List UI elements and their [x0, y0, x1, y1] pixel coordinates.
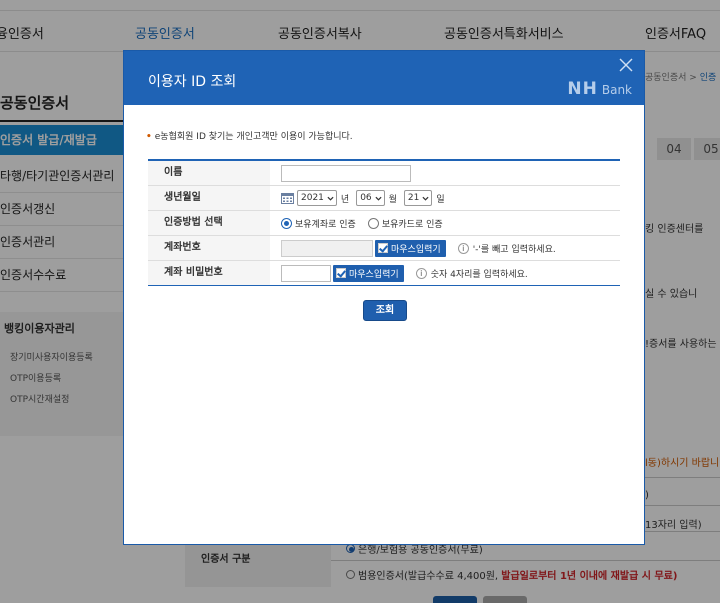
- mouse-keyboard-label: 마우스입력기: [349, 269, 399, 280]
- birth-year-select[interactable]: 2021: [297, 190, 337, 206]
- info-icon: i: [457, 242, 469, 254]
- year-unit: 년: [340, 194, 350, 205]
- birth-month-select[interactable]: 06: [356, 190, 385, 206]
- account-hint: '-'를 빼고 입력하세요.: [472, 244, 556, 255]
- name-label: 이름: [148, 161, 270, 185]
- form-row-birthdate: 생년월일 2021 년 06 월 21 일: [148, 186, 620, 211]
- calendar-icon[interactable]: [281, 192, 294, 204]
- modal-title: 이용자 ID 조회: [148, 74, 237, 90]
- mouse-keyboard-label: 마우스입력기: [391, 244, 441, 255]
- day-unit: 일: [436, 194, 445, 205]
- chevron-down-icon: [422, 196, 429, 201]
- auth-card-radio[interactable]: [367, 217, 379, 229]
- nh-logo-text: NH: [567, 79, 598, 99]
- chevron-down-icon: [327, 196, 334, 201]
- mouse-keyboard-button[interactable]: 마우스입력기: [333, 264, 404, 282]
- checkbox-icon: [336, 268, 346, 278]
- account-password-input[interactable]: [281, 264, 331, 282]
- form-row-account-number: 계좌번호 마우스입력기 i '-'를 빼고 입력하세요.: [148, 236, 620, 261]
- nh-bank-logo: NH Bank: [567, 79, 632, 99]
- form-row-account-password: 계좌 비밀번호 마우스입력기 i 숫자 4자리를 입력하세요.: [148, 261, 620, 286]
- close-icon[interactable]: [618, 57, 634, 73]
- lookup-submit-button[interactable]: 조회: [363, 300, 407, 321]
- lookup-form: 이름 생년월일 2021 년 06 월 21 일 인증방법 선택 보유계좌로 인…: [148, 159, 620, 286]
- birth-month-value: 06: [360, 193, 372, 203]
- checkbox-icon: [378, 243, 388, 253]
- bullet-icon: •: [146, 132, 152, 142]
- notice-text: • e농협회원 ID 찾기는 개인고객만 이용이 가능합니다.: [146, 129, 353, 142]
- birth-year-value: 2021: [301, 193, 324, 203]
- auth-account-radio[interactable]: [281, 217, 292, 229]
- auth-card-label[interactable]: 보유카드로 인증: [382, 217, 443, 230]
- account-password-label: 계좌 비밀번호: [148, 261, 270, 285]
- birth-day-select[interactable]: 21: [403, 190, 433, 206]
- chevron-down-icon: [375, 196, 382, 201]
- birthdate-label: 생년월일: [148, 186, 270, 210]
- modal-header: 이용자 ID 조회 NH Bank: [124, 51, 644, 105]
- auth-account-label[interactable]: 보유계좌로 인증: [295, 217, 356, 230]
- form-row-auth-method: 인증방법 선택 보유계좌로 인증 보유카드로 인증: [148, 211, 620, 236]
- month-unit: 월: [388, 194, 397, 205]
- mouse-keyboard-button[interactable]: 마우스입력기: [375, 239, 446, 257]
- birth-day-value: 21: [407, 193, 420, 203]
- page: 융인증서 공동인증서 공동인증서복사 공동인증서특화서비스 인증서FAQ 공동인…: [0, 0, 720, 603]
- bank-logo-text: Bank: [601, 83, 632, 97]
- account-number-label: 계좌번호: [148, 236, 270, 260]
- auth-method-label: 인증방법 선택: [148, 211, 270, 235]
- user-id-lookup-dialog: 이용자 ID 조회 NH Bank • e농협회원 ID 찾기는 개인고객만 이용이…: [123, 50, 645, 545]
- info-icon: i: [415, 267, 427, 279]
- account-number-input[interactable]: [281, 239, 373, 257]
- name-input[interactable]: [281, 164, 411, 182]
- form-row-name: 이름: [148, 161, 620, 186]
- password-hint: 숫자 4자리를 입력하세요.: [430, 269, 528, 280]
- notice-message: e농협회원 ID 찾기는 개인고객만 이용이 가능합니다.: [154, 132, 353, 142]
